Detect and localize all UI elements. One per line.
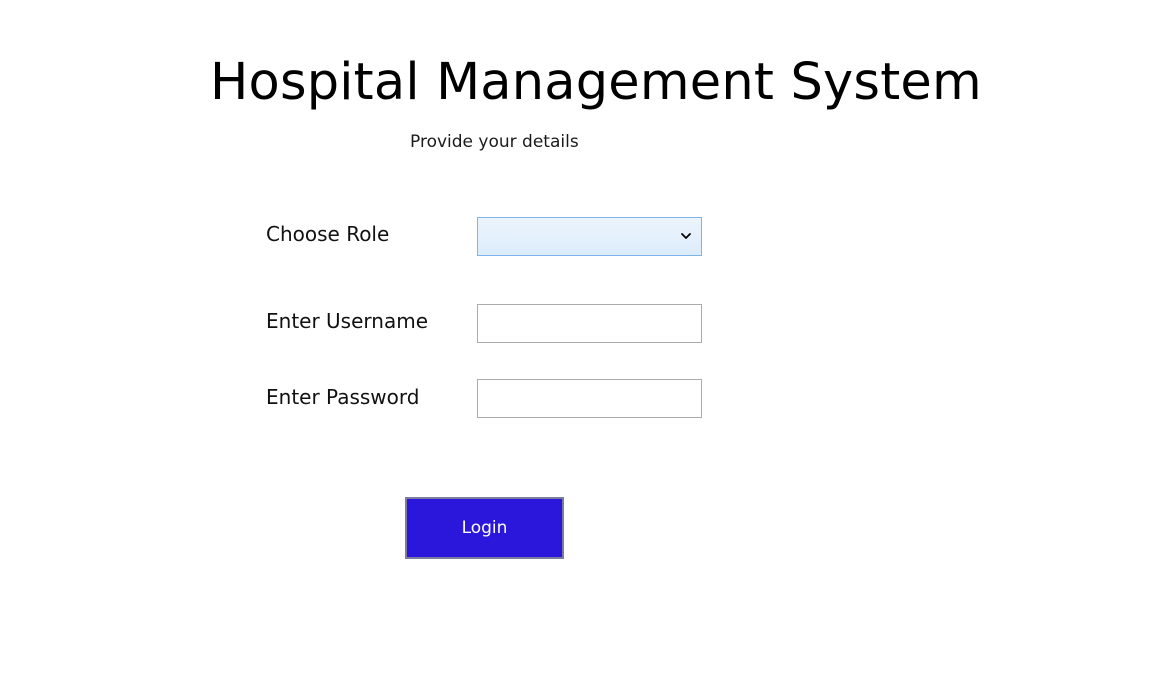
password-input[interactable] xyxy=(477,379,702,418)
chevron-down-icon xyxy=(681,233,691,239)
username-input[interactable] xyxy=(477,304,702,343)
page-title: Hospital Management System xyxy=(210,53,982,112)
username-label: Enter Username xyxy=(266,309,428,333)
password-label: Enter Password xyxy=(266,385,420,409)
page-subtitle: Provide your details xyxy=(410,132,579,152)
login-button[interactable]: Login xyxy=(405,497,564,559)
role-label: Choose Role xyxy=(266,222,390,246)
role-select[interactable] xyxy=(477,217,702,256)
